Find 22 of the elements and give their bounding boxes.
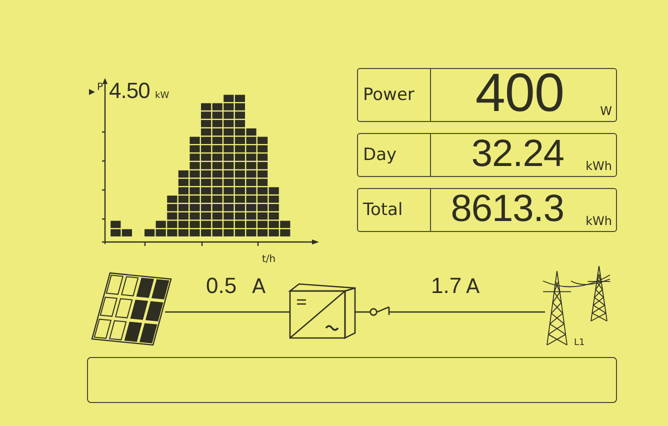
phase-label: L1 — [574, 338, 585, 348]
reading-label: Day — [358, 134, 431, 176]
current-unit: A — [466, 274, 480, 298]
current-unit: A — [252, 274, 266, 298]
pointer-icon — [89, 89, 95, 95]
current-value: 0.5 — [206, 273, 237, 298]
reading-label: Power — [358, 69, 431, 121]
axis-label: t/h — [262, 254, 276, 265]
inverter-drawing — [288, 283, 356, 340]
wire-line — [355, 311, 370, 313]
reading-value: 8613.3 — [450, 190, 564, 228]
reading-label: Total — [358, 189, 431, 231]
reading-value: 400 — [475, 68, 564, 118]
reading-unit: kWh — [584, 214, 613, 228]
peak-value: 4.50 — [109, 78, 150, 103]
reading-unit: W — [599, 104, 613, 118]
axis-label: P — [97, 82, 104, 93]
switch-drawing — [370, 306, 390, 316]
peak-unit: kW — [155, 91, 170, 101]
current-value: 1.7 — [431, 273, 462, 298]
reading-unit: kWh — [584, 159, 613, 173]
reading-value: 32.24 — [471, 135, 564, 173]
